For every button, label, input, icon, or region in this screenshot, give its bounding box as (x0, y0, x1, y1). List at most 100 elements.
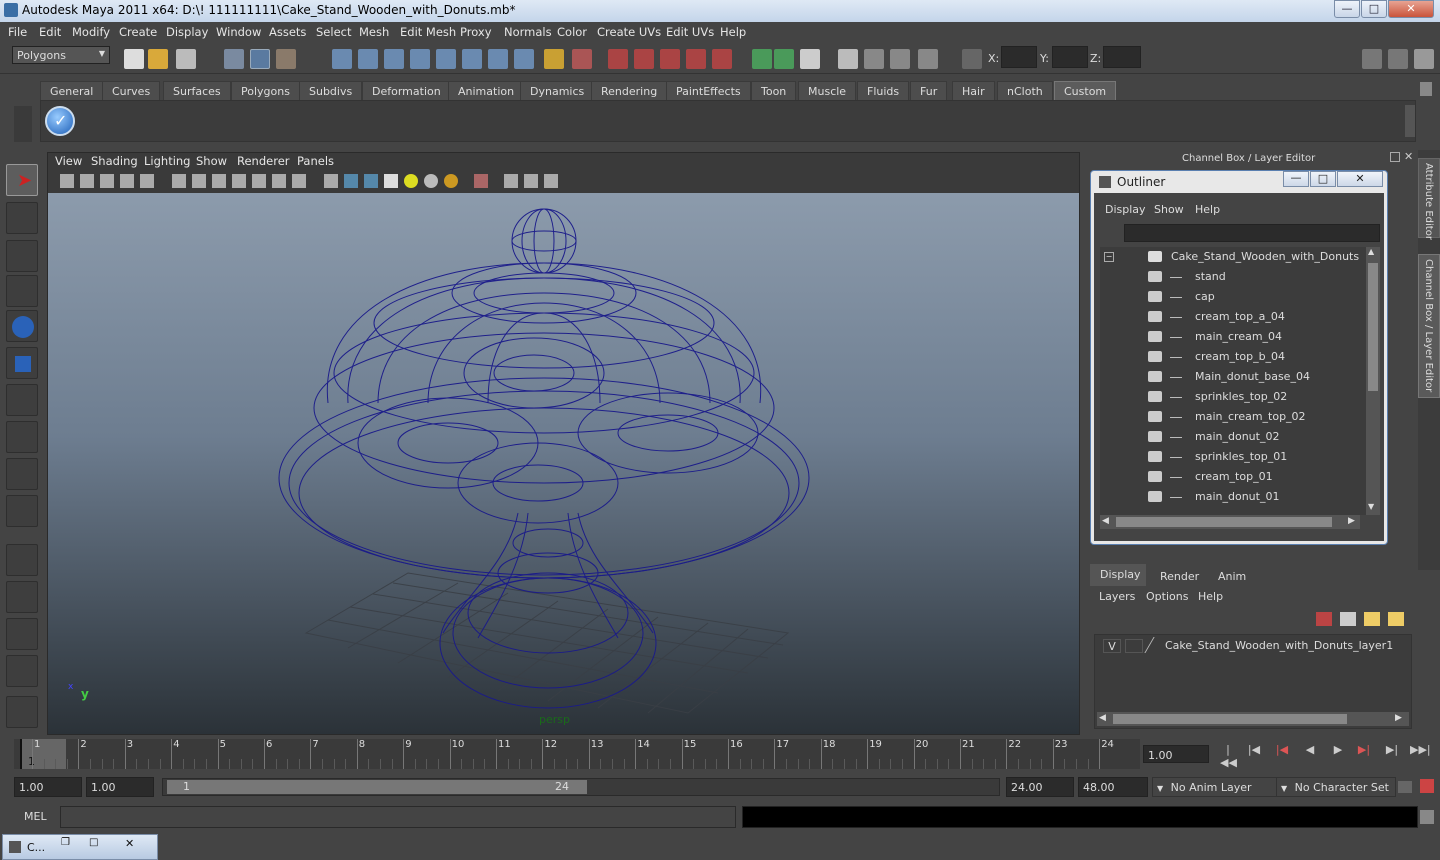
hypershade-layout-icon[interactable] (6, 696, 38, 728)
scroll-thumb[interactable] (1368, 263, 1378, 391)
outliner-minimize-button[interactable]: — (1283, 171, 1309, 187)
menu-file[interactable]: File (8, 25, 27, 39)
viewport-menu-panels[interactable]: Panels (297, 154, 334, 168)
lock-icon[interactable] (544, 49, 564, 69)
outliner-hscrollbar[interactable]: ◀ ▶ (1100, 515, 1360, 529)
shelf-tab-toon[interactable]: Toon (751, 81, 797, 101)
menu-assets[interactable]: Assets (269, 25, 306, 39)
step-forward-key-icon[interactable]: ▶| (1356, 743, 1372, 759)
scene-start-field[interactable]: 1.00 (14, 777, 82, 797)
collapse-icon[interactable]: − (1104, 252, 1114, 262)
shelf-tab-ncloth[interactable]: nCloth (997, 81, 1053, 101)
maximize-icon[interactable]: □ (89, 837, 98, 848)
paint-select-tool-icon[interactable] (6, 240, 38, 272)
shelf-scroll-icon[interactable] (1405, 105, 1415, 137)
render-view-icon[interactable] (838, 49, 858, 69)
shelf-tab-general[interactable]: General (40, 81, 104, 101)
outliner-item[interactable]: Main_donut_base_04 (1100, 367, 1360, 387)
layer-menu-options[interactable]: Options (1146, 590, 1188, 603)
shelf-tab-surfaces[interactable]: Surfaces (163, 81, 231, 101)
render-settings-icon[interactable] (660, 49, 680, 69)
outliner-menu-show[interactable]: Show (1154, 203, 1184, 216)
minimized-window[interactable]: C... ❐ □ ✕ (2, 834, 158, 860)
auto-key-icon[interactable] (1398, 781, 1412, 793)
scroll-left-icon[interactable]: ◀ (1099, 713, 1106, 723)
playback-end-field[interactable]: 24.00 (1006, 777, 1074, 797)
outliner-item[interactable]: sprinkles_top_01 (1100, 447, 1360, 467)
scroll-up-icon[interactable]: ▲ (1368, 247, 1374, 256)
step-forward-icon[interactable]: ▶| (1384, 743, 1400, 759)
y-input[interactable] (1052, 46, 1088, 68)
snap-view-plane-icon[interactable] (410, 49, 430, 69)
anim-layer-dropdown[interactable]: ▼ No Anim Layer (1152, 777, 1290, 797)
side-tab-channel-box[interactable]: Channel Box / Layer Editor (1418, 254, 1440, 398)
safe-title-icon[interactable] (272, 174, 286, 188)
menu-edit[interactable]: Edit (39, 25, 61, 39)
playback-start-field[interactable]: 1.00 (86, 777, 154, 797)
viewport-menu-shading[interactable]: Shading (91, 154, 138, 168)
scroll-right-icon[interactable]: ▶ (1395, 713, 1402, 723)
checkmark-icon[interactable]: ✓ (45, 106, 75, 136)
layer-name[interactable]: Cake_Stand_Wooden_with_Donuts_layer1 (1165, 639, 1393, 652)
outliner-item[interactable]: main_cream_04 (1100, 327, 1360, 347)
shelf-tab-fluids[interactable]: Fluids (857, 81, 910, 101)
outliner-item[interactable]: main_cream_top_02 (1100, 407, 1360, 427)
command-input[interactable] (60, 806, 736, 828)
menu-color[interactable]: Color (557, 25, 587, 39)
menu-edit-mesh[interactable]: Edit Mesh (400, 25, 456, 39)
four-view-layout-icon[interactable] (6, 581, 38, 613)
film-gate-icon[interactable] (172, 174, 186, 188)
range-slider[interactable]: 1 24 (162, 778, 1000, 796)
layer-hscrollbar[interactable]: ◀ ▶ (1097, 712, 1409, 726)
help-question-icon[interactable] (514, 49, 534, 69)
persp-outliner-layout-icon[interactable] (6, 618, 38, 650)
move-layer-up-icon[interactable] (1316, 612, 1332, 626)
script-editor-icon[interactable] (1420, 810, 1434, 824)
batch-render-icon[interactable] (890, 49, 910, 69)
snap-grid-icon[interactable] (332, 49, 352, 69)
viewport-panel[interactable]: View Shading Lighting Show Renderer Pane… (47, 152, 1080, 735)
shelf-tab-curves[interactable]: Curves (102, 81, 161, 101)
outliner-close-button[interactable]: ✕ (1337, 171, 1383, 187)
transform-mode-icon[interactable] (962, 49, 982, 69)
render-current-icon[interactable] (608, 49, 628, 69)
default-light-icon[interactable] (404, 174, 418, 188)
isolate-select-icon[interactable] (474, 174, 488, 188)
snap-point-icon[interactable] (384, 49, 404, 69)
scene-end-field[interactable]: 48.00 (1078, 777, 1148, 797)
layer-row[interactable]: V Cake_Stand_Wooden_with_Donuts_layer1 (1099, 637, 1409, 655)
render-settings2-icon[interactable] (918, 49, 938, 69)
menu-modify[interactable]: Modify (72, 25, 110, 39)
layer-color-swatch[interactable] (1144, 637, 1166, 653)
lasso-tool-icon[interactable] (6, 202, 38, 234)
command-type-label[interactable]: MEL (24, 810, 47, 823)
resolution-gate-icon[interactable] (192, 174, 206, 188)
layer-menu-layers[interactable]: Layers (1099, 590, 1135, 603)
layer-tab-display[interactable]: Display (1090, 564, 1146, 586)
shelf-tab-fur[interactable]: Fur (910, 81, 948, 101)
go-to-end-icon[interactable]: ▶▶| (1410, 743, 1431, 759)
tool-settings-icon[interactable] (1388, 49, 1408, 69)
snap-curve-icon[interactable] (358, 49, 378, 69)
layer-tab-render[interactable]: Render (1150, 566, 1209, 587)
viewport-menu-view[interactable]: View (55, 154, 82, 168)
shelf-tab-hair[interactable]: Hair (952, 81, 995, 101)
shelf-tab-muscle[interactable]: Muscle (798, 81, 857, 101)
shelf-tab-painteffects[interactable]: PaintEffects (666, 81, 751, 101)
viewport-menu-show[interactable]: Show (196, 154, 227, 168)
character-set-dropdown[interactable]: ▼ No Character Set (1276, 777, 1396, 797)
play-forwards-icon[interactable]: ▶ (1330, 743, 1346, 759)
anim-preferences-icon[interactable] (1420, 779, 1434, 793)
shelf-tab-custom[interactable]: Custom (1054, 81, 1117, 101)
xray-icon[interactable] (504, 174, 518, 188)
shelf-tab-animation[interactable]: Animation (448, 81, 525, 101)
make-live-icon[interactable] (436, 49, 456, 69)
image-plane-icon[interactable] (120, 174, 134, 188)
universal-manip-icon[interactable] (6, 384, 38, 416)
menu-help[interactable]: Help (720, 25, 746, 39)
outliner-filter-input[interactable] (1124, 224, 1380, 242)
safe-action-icon[interactable] (252, 174, 266, 188)
gate-mask-icon[interactable] (212, 174, 226, 188)
menu-create[interactable]: Create (119, 25, 157, 39)
range-slider-handle[interactable]: 1 24 (167, 780, 587, 794)
